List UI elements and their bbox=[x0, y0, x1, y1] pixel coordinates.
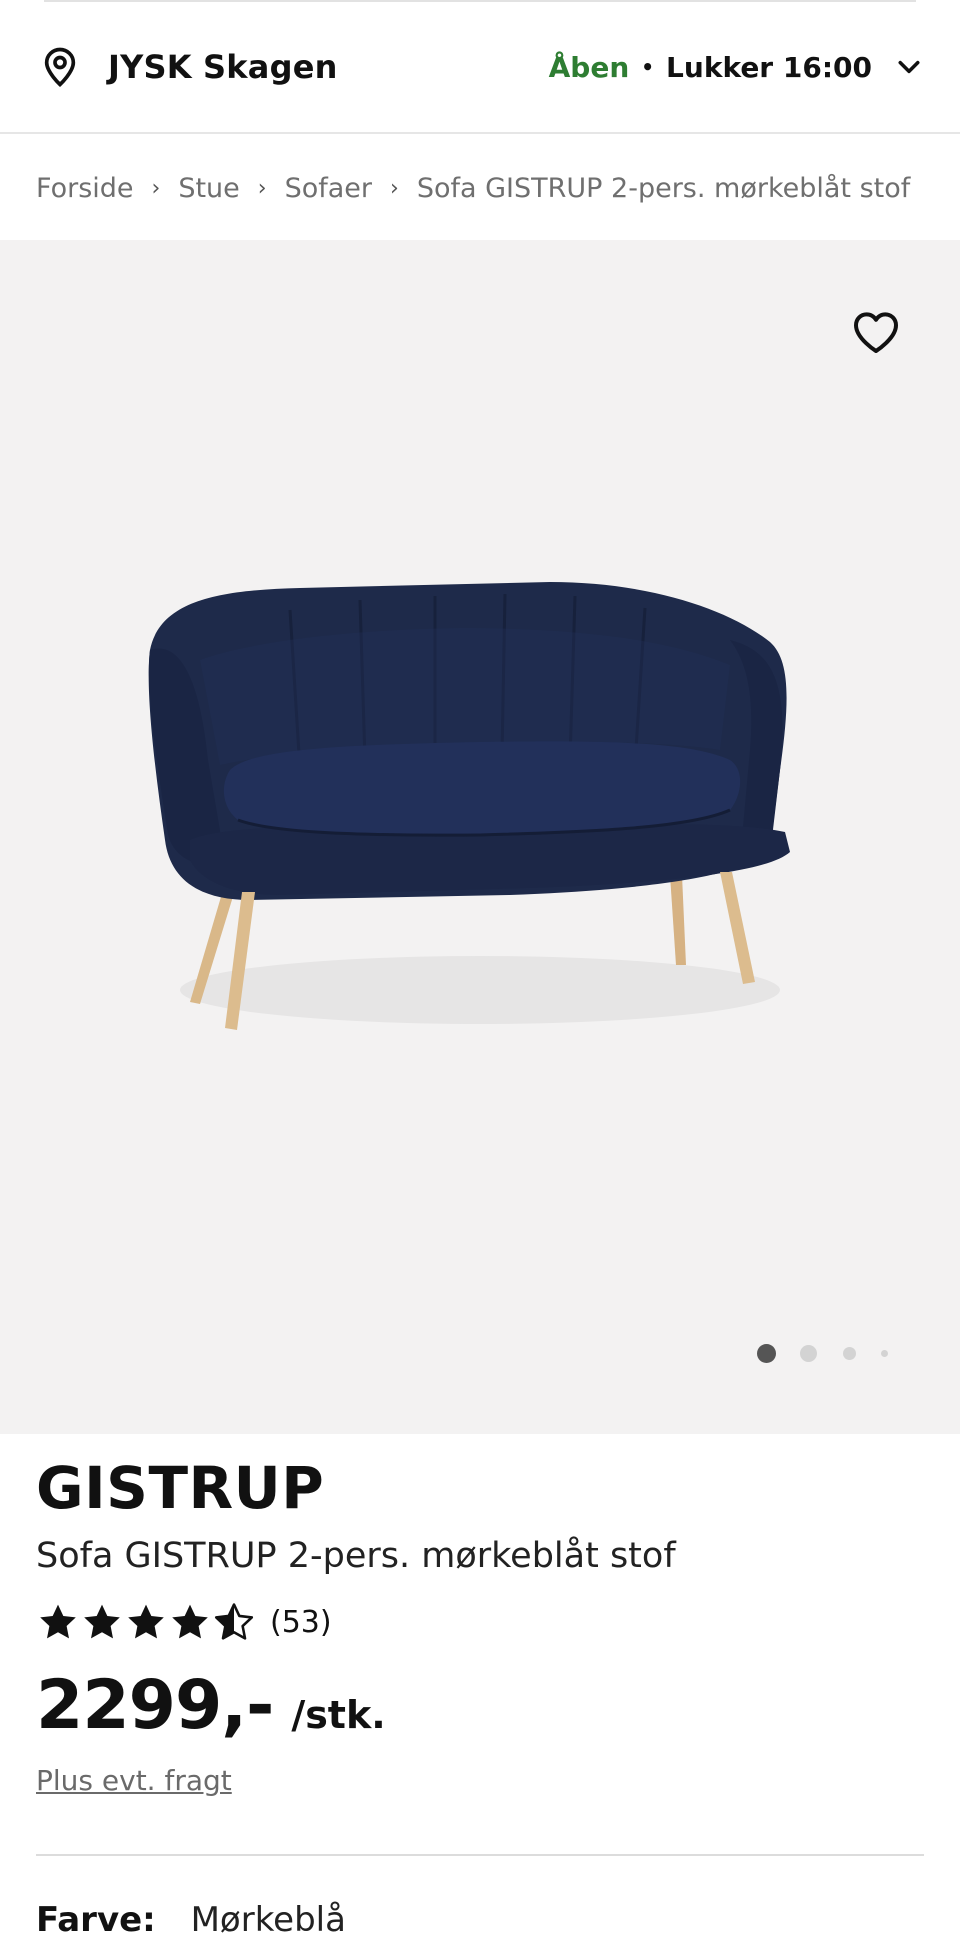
review-count[interactable]: (53) bbox=[270, 1605, 332, 1640]
color-value: Mørkeblå bbox=[190, 1900, 346, 1940]
price-unit: /stk. bbox=[291, 1693, 386, 1737]
breadcrumb-item-home[interactable]: Forside bbox=[36, 173, 134, 204]
section-divider bbox=[36, 1854, 924, 1856]
star-icon bbox=[84, 1604, 120, 1639]
store-open-status: Åben bbox=[548, 50, 630, 84]
half-star-icon bbox=[214, 1603, 254, 1640]
product-rating[interactable]: (53) bbox=[36, 1596, 332, 1648]
breadcrumb: Forside › Stue › Sofaer › Sofa GISTRUP 2… bbox=[0, 136, 960, 240]
chevron-down-icon[interactable] bbox=[894, 52, 924, 82]
store-hours[interactable]: Åben • Lukker 16:00 bbox=[549, 51, 924, 84]
price-row: 2299,- /stk. bbox=[36, 1666, 386, 1745]
status-separator: • bbox=[641, 55, 655, 79]
star-icon bbox=[128, 1604, 164, 1639]
store-selector[interactable]: JYSK Skagen Åben • Lukker 16:00 bbox=[0, 2, 960, 134]
shipping-info-link[interactable]: Plus evt. fragt bbox=[36, 1764, 232, 1797]
gallery-dot[interactable] bbox=[843, 1347, 856, 1360]
breadcrumb-item-sofas[interactable]: Sofaer bbox=[285, 173, 372, 204]
breadcrumb-separator: › bbox=[151, 175, 161, 201]
star-icon bbox=[172, 1604, 208, 1639]
store-name: JYSK Skagen bbox=[108, 48, 338, 86]
product-price: 2299,- bbox=[36, 1666, 274, 1745]
gallery-dot[interactable] bbox=[881, 1350, 888, 1357]
star-icon bbox=[40, 1604, 76, 1639]
store-closing-time: Lukker 16:00 bbox=[666, 50, 872, 84]
gallery-pagination bbox=[0, 1340, 960, 1370]
color-label: Farve: bbox=[36, 1900, 156, 1940]
product-brand-title: GISTRUP bbox=[36, 1454, 325, 1522]
product-name: Sofa GISTRUP 2-pers. mørkeblåt stof bbox=[36, 1536, 676, 1576]
sofa-product-image bbox=[148, 582, 790, 1030]
location-pin-icon bbox=[44, 47, 76, 88]
color-selector[interactable]: Farve: Mørkeblå bbox=[36, 1900, 346, 1940]
breadcrumb-item-current: Sofa GISTRUP 2-pers. mørkeblåt stof bbox=[416, 172, 911, 204]
breadcrumb-item-living-room[interactable]: Stue bbox=[178, 173, 239, 204]
breadcrumb-separator: › bbox=[257, 175, 267, 201]
breadcrumb-separator: › bbox=[390, 175, 399, 201]
heart-icon[interactable] bbox=[852, 310, 900, 354]
gallery-dot[interactable] bbox=[800, 1345, 817, 1362]
gallery-dot-active[interactable] bbox=[757, 1344, 776, 1363]
